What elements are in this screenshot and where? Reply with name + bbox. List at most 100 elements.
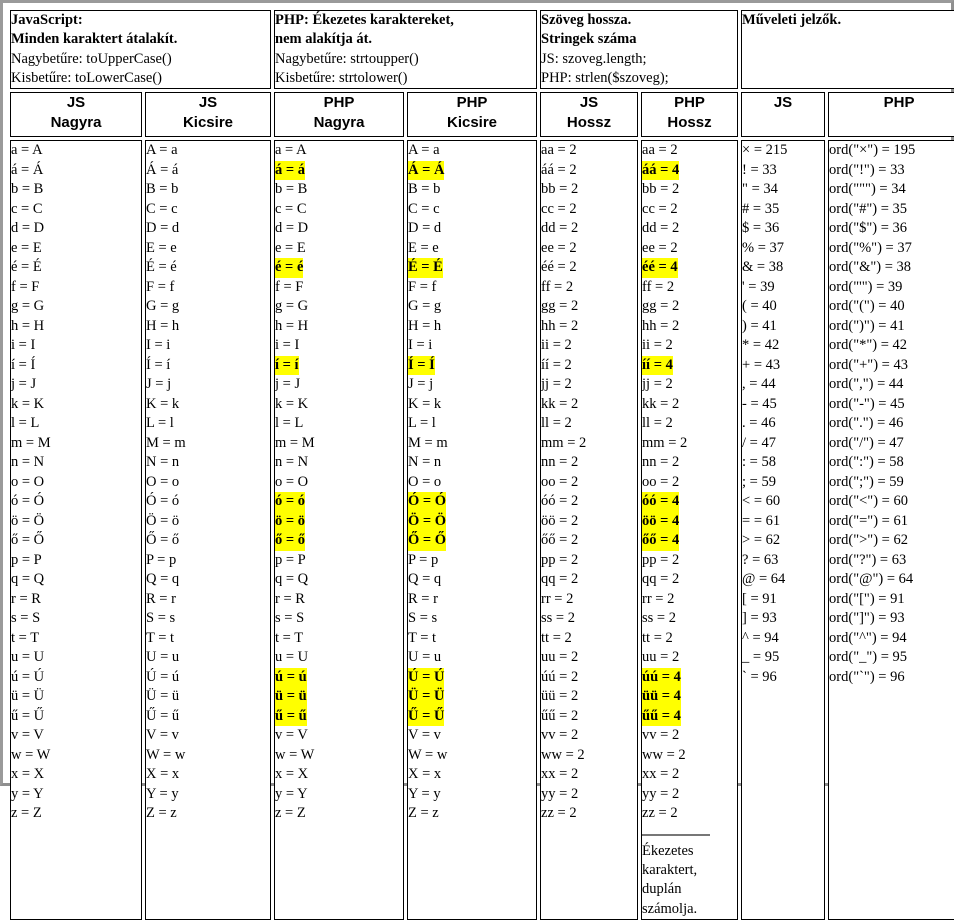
list-item: T = t — [146, 629, 175, 646]
list-item: yy = 2 — [642, 785, 680, 802]
list-item: ö = ö — [275, 511, 306, 532]
list-item: íí = 2 — [541, 356, 572, 373]
list-item: xx = 2 — [541, 766, 579, 783]
list-item: ord("%") = 37 — [829, 239, 912, 256]
list-item: ord("×") = 195 — [829, 142, 916, 159]
list-item: é = É — [11, 259, 42, 276]
list-item: ord("<") = 60 — [829, 493, 908, 510]
list-item: k = K — [275, 395, 309, 412]
list-item: dd = 2 — [642, 220, 680, 237]
list-item: A = a — [146, 142, 178, 159]
list-item: M = m — [146, 434, 186, 451]
list-item: á = Á — [11, 161, 44, 178]
list-item: u = U — [11, 649, 45, 666]
list-item: H = h — [146, 317, 180, 334]
list-item: ord("@") = 64 — [829, 571, 914, 588]
list-item: ord(",") = 44 — [829, 376, 904, 393]
note-js-lower: Kisbetűre: toLowerCase() — [11, 69, 162, 86]
list-item: ord("?") = 63 — [829, 551, 907, 568]
list-item: O = o — [146, 473, 180, 490]
list-item: ú = ú — [275, 667, 307, 688]
list-item: T = t — [408, 629, 437, 646]
col-header-line-1: JS — [198, 94, 218, 112]
list-item: W = w — [408, 746, 448, 763]
list-item: ! = 33 — [742, 161, 777, 178]
list-item: dd = 2 — [541, 220, 579, 237]
list-item: ff = 2 — [642, 278, 675, 295]
list-item: e = E — [11, 239, 42, 256]
list-item: ww = 2 — [541, 746, 585, 763]
list-item: ú = Ú — [11, 668, 45, 685]
data-cell-php-ops: ord("×") = 195 ord("!") = 33 ord(""") = 34… — [828, 140, 954, 921]
list-item: ord(".") = 46 — [829, 415, 904, 432]
list-item: pp = 2 — [541, 551, 579, 568]
list-item: x = X — [11, 766, 45, 783]
list-item: pp = 2 — [642, 551, 680, 568]
list-item: Á = á — [146, 161, 179, 178]
list-item: - = 45 — [742, 395, 777, 412]
list-js-kicsire: A = a Á = á B = b C = c D = d E = e É = é F = f… — [146, 141, 270, 824]
list-item: úú = 4 — [642, 667, 681, 688]
list-item: V = v — [146, 727, 179, 744]
list-item: ord(")") = 41 — [829, 317, 905, 334]
list-item: . = 46 — [742, 415, 776, 432]
list-item: áá = 2 — [541, 161, 577, 178]
list-item: [ = 91 — [742, 590, 777, 607]
list-item: ord(";") = 59 — [829, 473, 904, 490]
list-item: m = M — [11, 434, 51, 451]
list-item: h = H — [11, 317, 45, 334]
list-item: Ű = Ű — [408, 706, 445, 727]
list-item: a = A — [11, 142, 43, 159]
list-item: z = Z — [275, 805, 306, 822]
list-item: öö = 2 — [541, 512, 579, 529]
note-operators: Műveleti jelzők. — [741, 10, 954, 90]
list-item: ó = Ó — [11, 493, 45, 510]
list-item: < = 60 — [742, 493, 781, 510]
list-item: Í = í — [146, 356, 171, 373]
list-item: aa = 2 — [541, 142, 577, 159]
list-item: kk = 2 — [642, 395, 680, 412]
list-item: ord("]") = 93 — [829, 610, 905, 627]
list-item: ord("#") = 35 — [829, 200, 908, 217]
col-header-line-1: PHP — [323, 94, 355, 112]
list-item: k = K — [11, 395, 45, 412]
list-item: Z = z — [408, 805, 439, 822]
col-header-line-2: Kicsire — [446, 113, 498, 131]
list-item: C = c — [408, 200, 440, 217]
list-item: q = Q — [11, 571, 45, 588]
note-js-title-1: JavaScript: — [11, 12, 83, 28]
list-item: őő = 2 — [541, 532, 579, 549]
col-header-php-ops: PHP — [828, 92, 954, 138]
list-item: w = W — [275, 746, 315, 763]
list-item: ord("&") = 38 — [829, 259, 912, 276]
list-item: É = É — [408, 258, 443, 278]
list-item: m = M — [275, 434, 315, 451]
notes-row: JavaScript: Minden karaktert átalakít. N… — [10, 10, 954, 90]
list-item: ; = 59 — [742, 473, 776, 490]
list-item: nn = 2 — [642, 454, 680, 471]
list-item: F = f — [146, 278, 175, 295]
list-item: i = I — [275, 337, 300, 354]
list-js-ops: × = 215 ! = 33 " = 34 # = 35 $ = 36 % = 37 & =… — [742, 141, 824, 687]
list-item: oo = 2 — [642, 473, 680, 490]
list-item: Ú = ú — [146, 668, 180, 685]
list-item: C = c — [146, 200, 178, 217]
list-item: Á = Á — [408, 160, 445, 181]
list-item: $ = 36 — [742, 220, 780, 237]
list-item: é = é — [275, 258, 304, 278]
list-item: i = I — [11, 337, 36, 354]
list-item: aa = 2 — [642, 142, 678, 159]
list-item: hh = 2 — [642, 317, 680, 334]
list-item: ü = Ü — [11, 688, 45, 705]
list-item: c = C — [275, 200, 307, 217]
list-item: p = P — [11, 551, 42, 568]
note-js-title-2: Minden karaktert átalakít. — [11, 31, 178, 48]
list-item: Q = q — [408, 571, 442, 588]
list-item: y = Y — [11, 785, 44, 802]
list-item: áá = 4 — [642, 160, 680, 181]
col-header-line-2: Hossz — [566, 113, 612, 131]
list-item: gg = 2 — [642, 298, 680, 315]
list-item: Ú = Ú — [408, 667, 445, 688]
col-header-js-ops: JS — [741, 92, 826, 138]
list-item: , = 44 — [742, 376, 776, 393]
